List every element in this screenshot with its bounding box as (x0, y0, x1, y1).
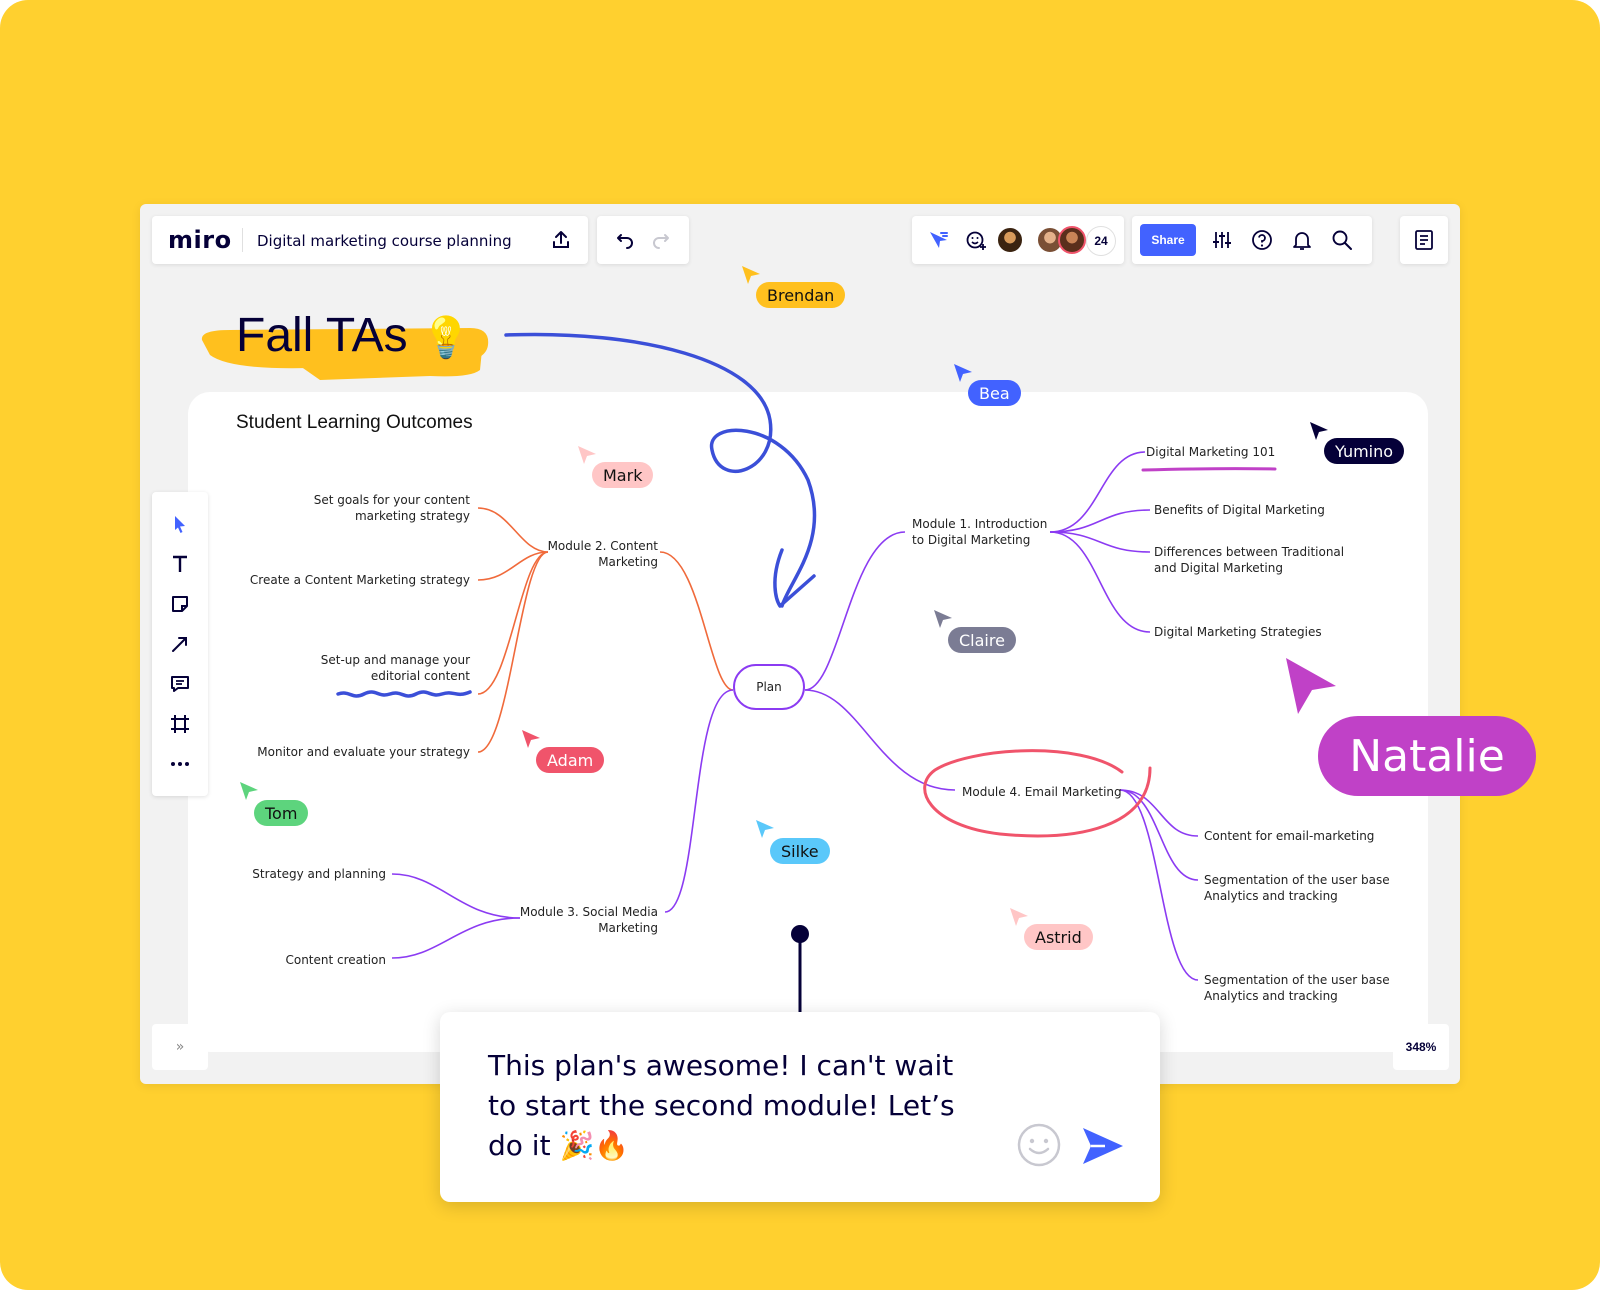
mindmap-node-differences[interactable]: Differences between Traditional and Digi… (1154, 544, 1344, 576)
collaborator-cursor-silke: Silke (770, 838, 830, 864)
mindmap-node-segmentation-2[interactable]: Segmentation of the user base Analytics … (1204, 972, 1390, 1004)
text-tool-icon[interactable] (166, 550, 194, 578)
cursor-icon (954, 364, 972, 382)
more-icon[interactable] (166, 750, 194, 778)
mindmap-node-content-creation[interactable]: Content creation (200, 952, 386, 968)
frame-tool-icon[interactable] (166, 710, 194, 738)
collaborator-cursor-tom: Tom (254, 800, 309, 826)
mindmap-node-digital-marketing-101[interactable]: Digital Marketing 101 (1146, 444, 1275, 460)
collaborator-cursor-mark: Mark (592, 462, 654, 488)
zoom-level[interactable]: 348% (1393, 1024, 1449, 1070)
tools-toolbar (152, 492, 208, 796)
cursor-icon (742, 266, 760, 284)
cursor-icon (934, 610, 952, 628)
expand-panel-button[interactable]: » (152, 1024, 208, 1070)
cursor-icon (1010, 908, 1028, 926)
cursor-icon (756, 820, 774, 838)
collaborator-cursor-yumino: Yumino (1324, 438, 1405, 464)
mindmap-node-create-strategy[interactable]: Create a Content Marketing strategy (230, 572, 470, 588)
select-tool-icon[interactable] (166, 510, 194, 538)
cursor-icon (578, 446, 596, 464)
mindmap-node-strategies[interactable]: Digital Marketing Strategies (1154, 624, 1322, 640)
mindmap-node-module-2[interactable]: Module 2. Content Marketing (540, 538, 658, 570)
mindmap-node-module-3[interactable]: Module 3. Social Media Marketing (500, 904, 658, 936)
mindmap-node-set-goals[interactable]: Set goals for your content marketing str… (250, 492, 470, 524)
cursor-icon (1286, 658, 1336, 714)
comment-card: This plan's awesome! I can't wait to sta… (440, 1012, 1160, 1202)
mindmap-center-node[interactable]: Plan (733, 664, 805, 710)
collaborator-cursor-claire: Claire (948, 627, 1016, 653)
mindmap-node-segmentation-1[interactable]: Segmentation of the user base Analytics … (1204, 872, 1390, 904)
mindmap-node-module-4[interactable]: Module 4. Email Marketing (962, 784, 1122, 800)
collaborator-cursor-astrid: Astrid (1024, 924, 1093, 950)
mindmap-node-strategy-planning[interactable]: Strategy and planning (200, 866, 386, 882)
mindmap-node-editorial[interactable]: Set-up and manage your editorial content (250, 652, 470, 684)
cursor-icon (240, 782, 258, 800)
sticky-note-tool-icon[interactable] (166, 590, 194, 618)
smiley-icon[interactable] (1016, 1122, 1062, 1168)
mindmap-node-monitor[interactable]: Monitor and evaluate your strategy (230, 744, 470, 760)
collaborator-cursor-natalie: Natalie (1318, 716, 1536, 796)
collaborator-cursor-bea: Bea (968, 380, 1021, 406)
collaborator-cursor-adam: Adam (536, 747, 605, 773)
mindmap-node-email-content[interactable]: Content for email-marketing (1204, 828, 1374, 844)
comment-tool-icon[interactable] (166, 670, 194, 698)
comment-text[interactable]: This plan's awesome! I can't wait to sta… (488, 1046, 968, 1166)
collaborator-cursor-brendan: Brendan (756, 282, 846, 308)
cursor-icon (1310, 422, 1328, 440)
send-icon[interactable] (1080, 1124, 1126, 1168)
cursor-icon (522, 730, 540, 748)
mindmap-node-benefits[interactable]: Benefits of Digital Marketing (1154, 502, 1325, 518)
connection-line-icon[interactable] (166, 630, 194, 658)
mindmap-node-module-1[interactable]: Module 1. Introduction to Digital Market… (912, 516, 1047, 548)
